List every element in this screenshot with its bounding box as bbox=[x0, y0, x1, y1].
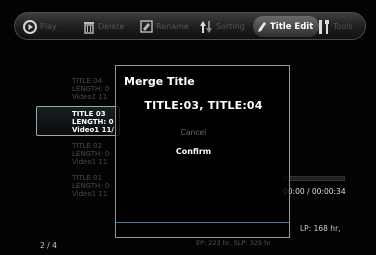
menu-rename[interactable]: Rename bbox=[140, 16, 189, 37]
menu-sorting[interactable]: Sorting bbox=[199, 16, 245, 37]
tools-icon bbox=[318, 19, 330, 35]
menu-delete-label: Delete bbox=[98, 22, 125, 31]
merge-titles-text: TITLE:03, TITLE:04 bbox=[144, 99, 263, 112]
recorder-screen: Play Delete Rename Sorting Title Edit To… bbox=[0, 0, 376, 255]
menu-sorting-label: Sorting bbox=[216, 22, 245, 31]
confirm-button[interactable]: Confirm bbox=[116, 147, 271, 156]
menu-title-edit-label: Title Edit bbox=[270, 21, 314, 32]
time-readout: 00:00 / 00:00:34 bbox=[283, 187, 346, 196]
menu-title-edit[interactable]: Title Edit bbox=[253, 16, 320, 37]
playback-progress-bar bbox=[283, 176, 345, 181]
pencil-icon bbox=[257, 21, 267, 33]
lp-remaining: LP: 168 hr, bbox=[300, 224, 341, 233]
menu-tools-label: Tools bbox=[333, 22, 353, 31]
menu-play-label: Play bbox=[40, 22, 57, 31]
menu-play[interactable]: Play bbox=[23, 16, 57, 37]
dialog-divider bbox=[116, 222, 289, 223]
cancel-button[interactable]: Cancel bbox=[116, 128, 271, 137]
dialog-title: Merge Title bbox=[124, 75, 195, 88]
page-indicator: 2 / 4 bbox=[40, 241, 57, 250]
ep-slp-remaining: EP: 223 hr, SLP: 329 hr bbox=[196, 239, 271, 247]
menu-rename-label: Rename bbox=[156, 22, 189, 31]
rename-icon bbox=[140, 20, 153, 33]
menu-delete[interactable]: Delete bbox=[83, 16, 124, 37]
trash-icon bbox=[83, 20, 95, 34]
top-menu-bar: Play Delete Rename Sorting Title Edit To… bbox=[14, 12, 366, 40]
merge-title-dialog: Merge Title TITLE:03, TITLE:04 Cancel Co… bbox=[115, 65, 290, 238]
play-circle-icon bbox=[23, 19, 37, 34]
menu-tools[interactable]: Tools bbox=[318, 16, 353, 37]
sort-icon bbox=[199, 20, 213, 34]
